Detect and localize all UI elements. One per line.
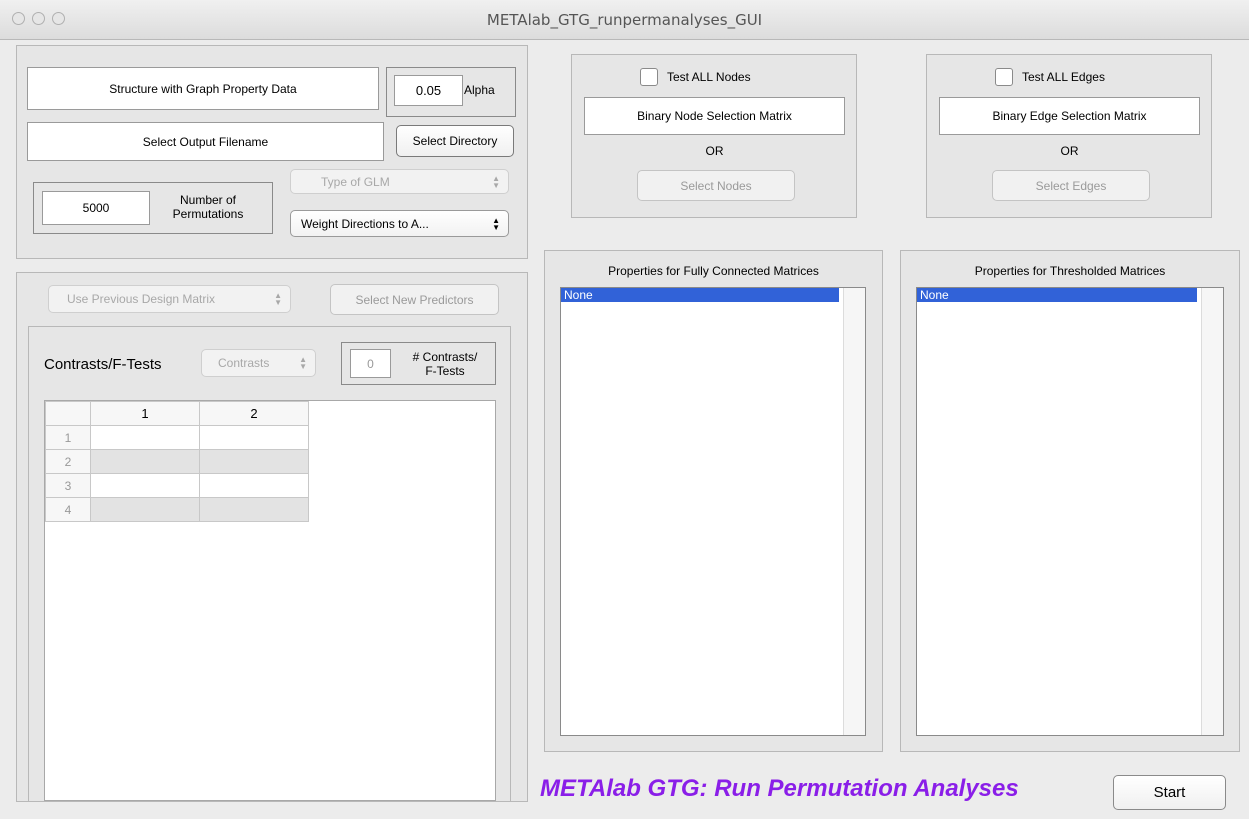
contrasts-dropdown[interactable]: Contrasts ▲ ▼ xyxy=(201,349,316,377)
select-new-predictors-button[interactable]: Select New Predictors xyxy=(330,284,499,315)
row-header: 2 xyxy=(45,449,91,474)
node-selection-matrix-field[interactable]: Binary Node Selection Matrix xyxy=(584,97,845,135)
select-directory-button[interactable]: Select Directory xyxy=(396,125,514,157)
window-title: METAlab_GTG_runpermanalyses_GUI xyxy=(486,11,763,29)
output-filename-field[interactable]: Select Output Filename xyxy=(27,122,384,161)
edge-selection-matrix-field[interactable]: Binary Edge Selection Matrix xyxy=(939,97,1200,135)
list-item[interactable]: None xyxy=(917,288,1197,302)
test-all-edges-label: Test ALL Edges xyxy=(1022,70,1105,84)
select-edges-button[interactable]: Select Edges xyxy=(992,170,1150,201)
dropdown-arrows-icon: ▲ ▼ xyxy=(299,355,307,371)
permutations-input[interactable]: 5000 xyxy=(42,191,150,225)
contrast-table[interactable]: 1 2 1 2 3 4 xyxy=(45,401,309,522)
table-cell[interactable] xyxy=(90,449,200,474)
dropdown-arrows-icon: ▲ ▼ xyxy=(274,291,282,307)
app-banner: METAlab GTG: Run Permutation Analyses xyxy=(540,775,1019,802)
table-cell[interactable] xyxy=(199,425,309,450)
row-header: 3 xyxy=(45,473,91,498)
dropdown-arrows-icon: ▲ ▼ xyxy=(492,173,500,190)
contrasts-label: Contrasts/F-Tests xyxy=(44,356,162,373)
test-all-nodes-label: Test ALL Nodes xyxy=(667,70,751,84)
test-all-nodes-checkbox[interactable] xyxy=(640,68,658,86)
glm-type-dropdown[interactable]: Type of GLM ▲ ▼ xyxy=(290,169,509,194)
start-button[interactable]: Start xyxy=(1113,775,1226,810)
thresholded-title: Properties for Thresholded Matrices xyxy=(974,264,1166,278)
num-contrasts-input[interactable]: 0 xyxy=(350,349,391,378)
design-matrix-dropdown[interactable]: Use Previous Design Matrix ▲ ▼ xyxy=(48,285,291,313)
scrollbar[interactable] xyxy=(843,288,865,735)
table-cell[interactable] xyxy=(90,473,200,498)
fully-connected-listbox[interactable]: None xyxy=(560,287,866,736)
column-header: 2 xyxy=(199,401,309,426)
table-cell[interactable] xyxy=(199,449,309,474)
table-corner xyxy=(45,401,91,426)
dropdown-arrows-icon: ▲ ▼ xyxy=(492,215,500,232)
contrast-table-area[interactable]: 1 2 1 2 3 4 xyxy=(44,400,496,801)
structure-data-field[interactable]: Structure with Graph Property Data xyxy=(27,67,379,110)
table-cell[interactable] xyxy=(90,497,200,522)
edges-or-label: OR xyxy=(1060,144,1079,158)
alpha-input[interactable]: 0.05 xyxy=(394,75,463,106)
alpha-label: Alpha xyxy=(464,83,495,97)
nodes-or-label: OR xyxy=(705,144,724,158)
table-cell[interactable] xyxy=(199,473,309,498)
thresholded-listbox[interactable]: None xyxy=(916,287,1224,736)
list-item[interactable]: None xyxy=(561,288,839,302)
table-cell[interactable] xyxy=(199,497,309,522)
table-cell[interactable] xyxy=(90,425,200,450)
select-nodes-button[interactable]: Select Nodes xyxy=(637,170,795,201)
row-header: 4 xyxy=(45,497,91,522)
test-all-edges-checkbox[interactable] xyxy=(995,68,1013,86)
row-header: 1 xyxy=(45,425,91,450)
permutations-label: Number of Permutations xyxy=(172,193,244,221)
weight-directions-dropdown[interactable]: Weight Directions to A... ▲ ▼ xyxy=(290,210,509,237)
column-header: 1 xyxy=(90,401,200,426)
num-contrasts-label: # Contrasts/ F-Tests xyxy=(412,350,478,378)
scrollbar[interactable] xyxy=(1201,288,1223,735)
fully-connected-title: Properties for Fully Connected Matrices xyxy=(608,264,819,278)
